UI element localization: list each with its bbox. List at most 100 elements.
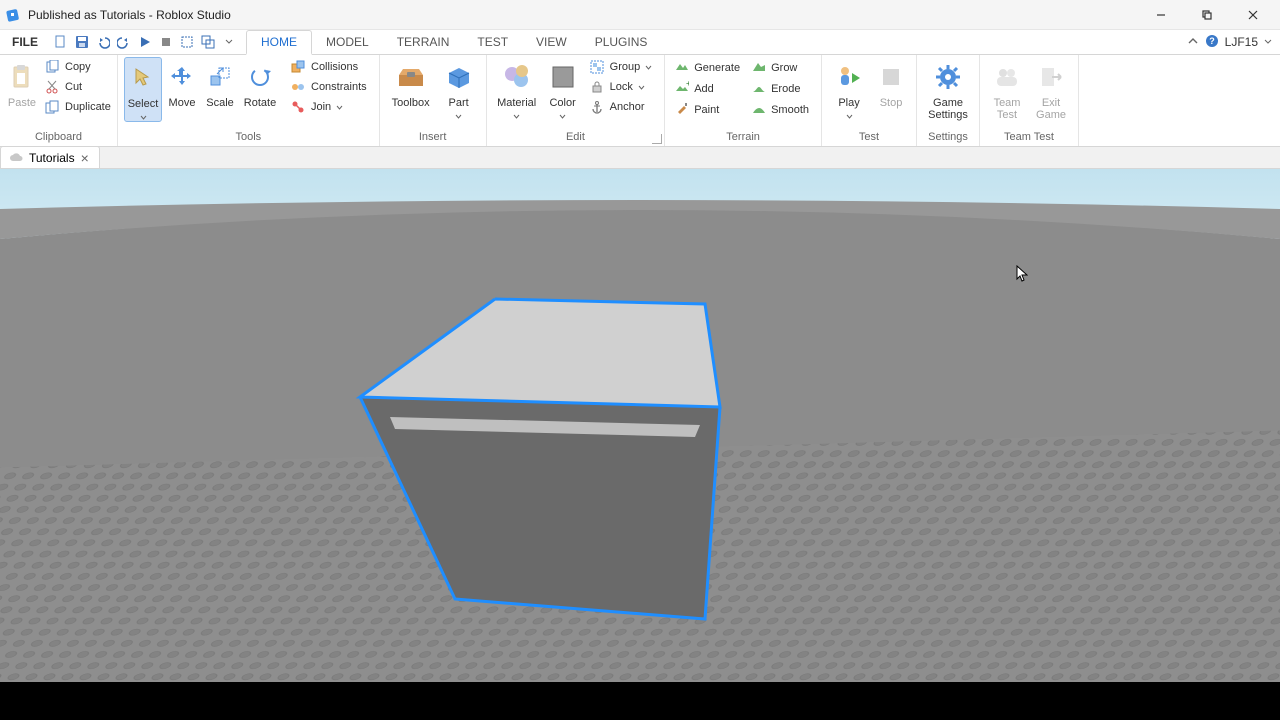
paste-icon [6,61,38,93]
game-settings-button[interactable]: GameSettings [923,57,973,121]
add-icon: + [675,80,689,97]
rotate-icon [244,61,276,93]
terrain-add[interactable]: +Add [671,78,746,99]
paste-button[interactable]: Paste [6,57,38,109]
group-terrain: Generate +Add Paint Grow Erode Smooth Te… [665,55,822,146]
svg-text:+: + [686,80,689,88]
quick-access-toolbar [50,30,246,54]
generate-icon [675,59,689,76]
selection-add-icon[interactable] [199,32,217,52]
terrain-smooth[interactable]: Smooth [748,99,815,120]
rotate-button[interactable]: Rotate [240,57,280,109]
scale-button[interactable]: Scale [202,57,238,109]
color-icon [547,61,579,93]
window-title: Published as Tutorials - Roblox Studio [28,8,231,22]
select-button[interactable]: Select [124,57,162,122]
lock-icon [589,79,605,95]
tab-test[interactable]: TEST [463,30,522,54]
smooth-icon [752,101,766,118]
erode-icon [752,80,766,97]
window-title-bar: Published as Tutorials - Roblox Studio [0,0,1280,30]
material-button[interactable]: Material [493,57,541,120]
redo-icon[interactable] [115,32,133,52]
group-insert: Toolbox Part Insert [380,55,487,146]
constraints-toggle[interactable]: Constraints [286,77,373,97]
close-tab-icon[interactable]: × [81,151,89,165]
stop-icon [875,61,907,93]
terrain-paint[interactable]: Paint [671,99,746,120]
new-icon[interactable] [52,32,70,52]
bottom-letterbox [0,682,1280,720]
stop-button[interactable]: Stop [872,57,910,109]
play-button[interactable]: Play [828,57,870,120]
group-tools: Select Move Scale Rotate [118,55,380,146]
join-button[interactable]: Join [286,97,373,117]
constraints-icon [290,79,306,95]
ribbon: Paste Copy Cut Duplicate [0,55,1280,147]
user-name[interactable]: LJF15 [1225,35,1258,49]
terrain-generate[interactable]: Generate [671,57,746,78]
move-button[interactable]: Move [164,57,200,109]
part-button[interactable]: Part [438,57,480,120]
copy-icon [44,59,60,75]
toolbox-button[interactable]: Toolbox [386,57,436,109]
material-icon [501,61,533,93]
team-icon [991,61,1023,93]
viewport-3d[interactable] [0,169,1280,682]
app-icon [6,7,22,23]
tab-plugins[interactable]: PLUGINS [581,30,662,54]
tab-view[interactable]: VIEW [522,30,581,54]
undo-icon[interactable] [94,32,112,52]
collapse-ribbon-icon[interactable] [1187,35,1199,50]
tab-home[interactable]: HOME [246,30,312,55]
help-icon[interactable]: ? [1205,34,1219,51]
copy-button[interactable]: Copy [40,57,117,77]
join-icon [290,99,306,115]
anchor-icon [589,99,605,115]
select-box-icon[interactable] [178,32,196,52]
paint-icon [675,101,689,118]
exit-game-button[interactable]: ExitGame [1030,57,1072,121]
duplicate-button[interactable]: Duplicate [40,97,117,117]
team-test-button[interactable]: TeamTest [986,57,1028,121]
scale-icon [204,61,236,93]
tab-terrain[interactable]: TERRAIN [383,30,464,54]
exit-icon [1035,61,1067,93]
part-icon [443,61,475,93]
pause-script-icon[interactable] [157,32,175,52]
cut-icon [44,79,60,95]
collisions-toggle[interactable]: Collisions [286,57,373,77]
play-script-icon[interactable] [136,32,154,52]
mouse-cursor-icon [1016,265,1028,283]
file-menu[interactable]: FILE [0,30,50,54]
save-icon[interactable] [73,32,91,52]
maximize-button[interactable] [1184,0,1230,30]
tab-model[interactable]: MODEL [312,30,383,54]
terrain-erode[interactable]: Erode [748,78,815,99]
duplicate-icon [44,99,60,115]
document-tab-tutorials[interactable]: Tutorials × [0,146,100,168]
toolbox-icon [395,61,427,93]
edit-group-launcher[interactable] [652,134,662,144]
svg-text:?: ? [1209,36,1215,46]
document-tab-label: Tutorials [29,151,75,165]
document-tabs: Tutorials × [0,147,1280,169]
terrain-grow[interactable]: Grow [748,57,815,78]
user-caret-icon[interactable] [1264,35,1272,49]
group-edit: Material Color Group Lock [487,55,666,146]
group-settings: GameSettings Settings [917,55,980,146]
group-icon [589,59,605,75]
menu-bar: FILE HOME MODEL TERRAIN TEST VIEW PLUGIN… [0,30,1280,55]
cloud-icon [9,151,23,165]
lock-button[interactable]: Lock [585,77,659,97]
color-button[interactable]: Color [543,57,583,120]
collisions-icon [290,59,306,75]
anchor-button[interactable]: Anchor [585,97,659,117]
group-button[interactable]: Group [585,57,659,77]
qat-dropdown-icon[interactable] [220,32,238,52]
gear-icon [932,61,964,93]
cut-button[interactable]: Cut [40,77,117,97]
minimize-button[interactable] [1138,0,1184,30]
play-icon [833,61,865,93]
close-button[interactable] [1230,0,1276,30]
